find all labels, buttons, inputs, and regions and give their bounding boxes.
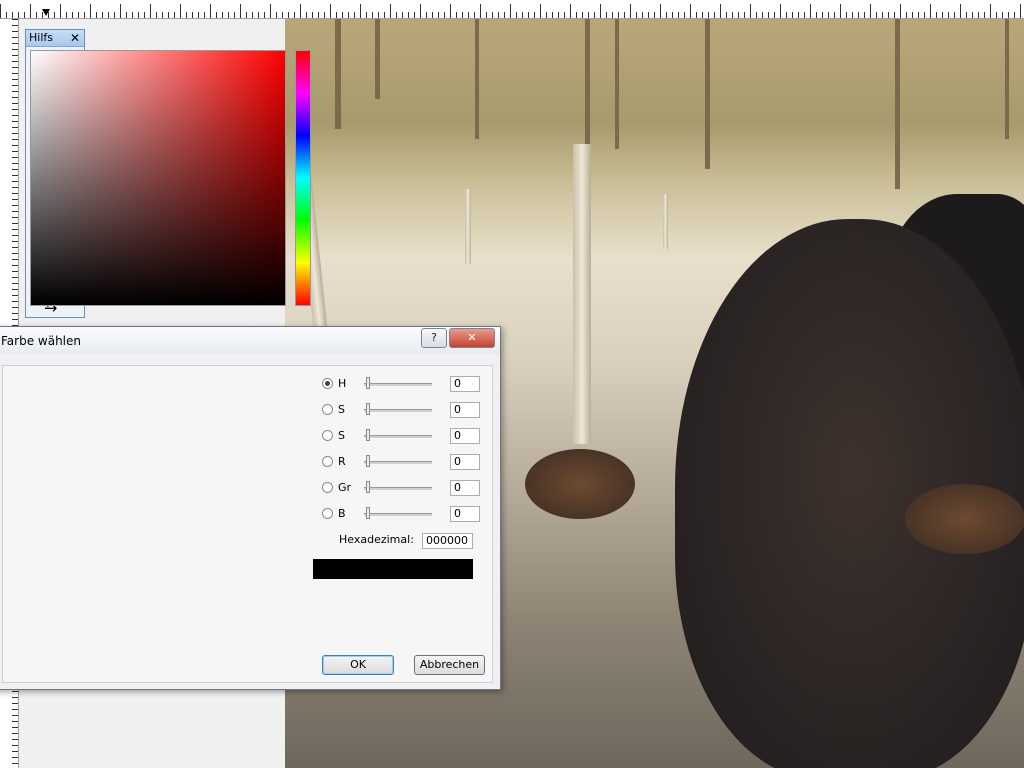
channel-slider-track[interactable] — [364, 383, 432, 386]
ruler-major-tick — [750, 4, 751, 18]
channel-slider-track[interactable] — [364, 409, 432, 412]
ruler-major-tick — [600, 4, 601, 18]
horizontal-ruler — [0, 0, 1024, 19]
ruler-major-tick — [1020, 4, 1021, 18]
channel-slider-thumb[interactable] — [366, 481, 370, 493]
channel-slider-track[interactable] — [364, 461, 432, 464]
channel-radio-h[interactable] — [322, 378, 333, 389]
ruler-major-tick — [840, 4, 841, 18]
dialog-titlebar[interactable]: Farbe wählen ? ✕ — [0, 327, 500, 354]
ruler-major-tick — [630, 4, 631, 18]
channel-value-input[interactable]: 0 — [450, 454, 480, 470]
close-icon[interactable]: ✕ — [70, 30, 80, 46]
channel-radio-b[interactable] — [322, 508, 333, 519]
ruler-major-tick — [690, 4, 691, 18]
ruler-major-tick — [210, 4, 211, 18]
ruler-major-tick — [780, 4, 781, 18]
channel-value-input[interactable]: 0 — [450, 376, 480, 392]
ruler-major-tick — [330, 4, 331, 18]
channel-radio-gr[interactable] — [322, 482, 333, 493]
channel-radio-r[interactable] — [322, 456, 333, 467]
tools-panel-title-text: Hilfs — [29, 31, 53, 44]
ruler-major-tick — [450, 4, 451, 18]
ruler-major-tick — [300, 4, 301, 18]
ruler-position-marker — [42, 9, 50, 16]
channel-slider-thumb[interactable] — [366, 455, 370, 467]
color-picker-dialog: Farbe wählen ? ✕ — [0, 326, 501, 690]
cancel-button[interactable]: Abbrechen — [414, 655, 485, 675]
channel-radio-s[interactable] — [322, 404, 333, 415]
channel-label: R — [338, 455, 346, 468]
channel-value-input[interactable]: 0 — [450, 402, 480, 418]
channel-label: Gr — [338, 481, 352, 494]
hex-label: Hexadezimal: — [339, 533, 414, 546]
ruler-major-tick — [930, 4, 931, 18]
ruler-major-tick — [30, 4, 31, 18]
ok-button[interactable]: OK — [322, 655, 394, 675]
help-button[interactable]: ? — [421, 328, 447, 348]
dialog-content-panel — [2, 365, 493, 683]
close-button[interactable]: ✕ — [449, 328, 495, 348]
ruler-major-tick — [480, 4, 481, 18]
ruler-major-tick — [900, 4, 901, 18]
color-preview — [313, 559, 473, 579]
ruler-major-tick — [150, 4, 151, 18]
ruler-major-tick — [180, 4, 181, 18]
ruler-major-tick — [120, 4, 121, 18]
ruler-major-tick — [390, 4, 391, 18]
hex-input[interactable]: 000000 — [422, 533, 473, 549]
channel-label: S — [338, 429, 345, 442]
ruler-major-tick — [960, 4, 961, 18]
channel-label: B — [338, 507, 346, 520]
channel-slider-thumb[interactable] — [366, 403, 370, 415]
channel-value-input[interactable]: 0 — [450, 428, 480, 444]
ruler-major-tick — [60, 4, 61, 18]
channel-slider-thumb[interactable] — [366, 507, 370, 519]
tools-panel-title: Hilfs ✕ — [26, 30, 84, 47]
channel-value-input[interactable]: 0 — [450, 506, 480, 522]
channel-slider-track[interactable] — [364, 513, 432, 516]
hue-slider[interactable] — [295, 50, 311, 306]
channel-slider-thumb[interactable] — [366, 377, 370, 389]
ruler-major-tick — [510, 4, 511, 18]
ruler-major-tick — [360, 4, 361, 18]
channel-radio-v[interactable] — [322, 430, 333, 441]
channel-label: H — [338, 377, 347, 390]
ruler-major-tick — [420, 4, 421, 18]
dialog-title: Farbe wählen — [1, 334, 81, 348]
ruler-major-tick — [0, 4, 1, 18]
ruler-major-tick — [90, 4, 91, 18]
saturation-value-picker[interactable] — [30, 50, 286, 306]
ruler-major-tick — [540, 4, 541, 18]
ruler-major-tick — [870, 4, 871, 18]
channel-value-input[interactable]: 0 — [450, 480, 480, 496]
ruler-major-tick — [720, 4, 721, 18]
ruler-major-tick — [240, 4, 241, 18]
ruler-major-tick — [660, 4, 661, 18]
channel-label: S — [338, 403, 345, 416]
ruler-major-tick — [810, 4, 811, 18]
channel-slider-track[interactable] — [364, 487, 432, 490]
channel-slider-track[interactable] — [364, 435, 432, 438]
ruler-major-tick — [270, 4, 271, 18]
ruler-major-tick — [570, 4, 571, 18]
ruler-major-tick — [990, 4, 991, 18]
channel-slider-thumb[interactable] — [366, 429, 370, 441]
